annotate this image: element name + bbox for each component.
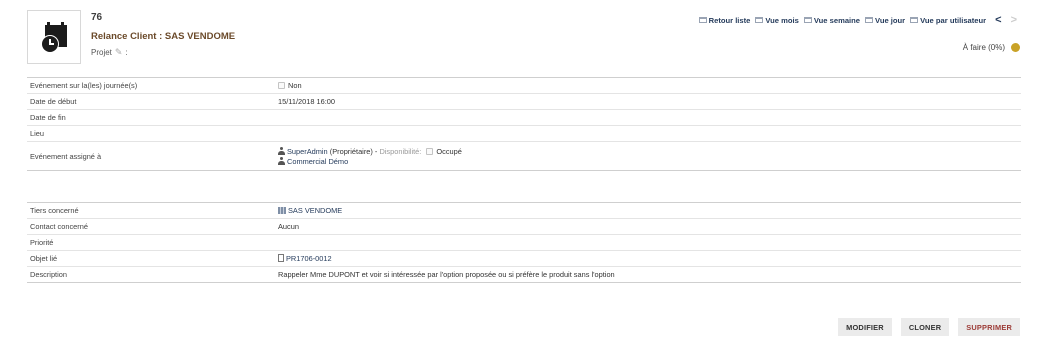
field-label: Date de fin — [27, 109, 275, 126]
previous-arrow-icon[interactable]: < — [995, 14, 1001, 26]
user-icon — [278, 146, 285, 155]
user-icon — [278, 156, 285, 165]
table-row: Objet lié PR1706-0012 — [27, 250, 1021, 267]
status-dot-icon — [1011, 43, 1020, 52]
field-label: Evénement sur la(les) journée(s) — [27, 77, 275, 94]
month-view-link[interactable]: Vue mois — [755, 16, 799, 25]
user-view-link[interactable]: Vue par utilisateur — [910, 16, 986, 25]
projet-label: Projet — [91, 48, 112, 57]
field-value: SuperAdmin (Propriétaire) - Disponibilit… — [275, 141, 1021, 171]
delete-button[interactable]: SUPPRIMER — [958, 318, 1020, 336]
field-label: Contact concerné — [27, 218, 275, 235]
field-label: Tiers concerné — [27, 202, 275, 219]
table-row: Contact concerné Aucun — [27, 218, 1021, 235]
field-label: Lieu — [27, 125, 275, 142]
field-value — [275, 109, 1021, 126]
modify-button[interactable]: MODIFIER — [838, 318, 892, 336]
event-logo — [27, 10, 81, 64]
status-label: À faire (0%) — [962, 43, 1005, 52]
table-row: Date de fin — [27, 109, 1021, 126]
field-label: Evénement assigné à — [27, 141, 275, 171]
status-row: À faire (0%) — [963, 43, 1020, 52]
clone-button[interactable]: CLONER — [900, 318, 950, 336]
calendar-month-icon — [755, 17, 764, 23]
document-icon — [278, 254, 284, 262]
assigned-user-row: Commercial Démo — [278, 156, 1018, 166]
field-label: Objet lié — [27, 250, 275, 267]
field-value — [275, 125, 1021, 142]
company-icon — [278, 207, 286, 214]
availability-label: Disponibilité: — [379, 146, 422, 156]
calendar-week-icon — [803, 17, 812, 23]
availability-checkbox[interactable] — [426, 147, 434, 155]
availability-value: Occupé — [436, 146, 462, 156]
back-to-list-link[interactable]: Retour liste — [698, 16, 750, 25]
edit-pencil-icon[interactable]: ✎ — [115, 47, 123, 58]
commercial-link[interactable]: Commercial Démo — [287, 157, 348, 166]
field-value: 15/11/2018 16:00 — [275, 93, 1021, 110]
event-details-table: Evénement sur la(les) journée(s) Non Dat… — [27, 77, 1021, 171]
projet-separator: : — [125, 48, 128, 57]
next-arrow-icon[interactable]: > — [1011, 14, 1017, 26]
table-row: Evénement assigné à SuperAdmin (Propriét… — [27, 141, 1021, 171]
field-value: Rappeler Mme DUPONT et voir si intéressé… — [275, 266, 1021, 283]
linked-object-link[interactable]: PR1706-0012 — [286, 254, 332, 263]
table-row: Priorité — [27, 234, 1021, 251]
day-view-link[interactable]: Vue jour — [865, 16, 905, 25]
projet-row: Projet ✎ : — [91, 47, 128, 58]
list-icon — [698, 17, 707, 23]
table-row: Tiers concerné SAS VENDOME — [27, 202, 1021, 219]
calendar-clock-icon — [41, 22, 67, 53]
thirdparty-link[interactable]: SAS VENDOME — [288, 206, 342, 215]
calendar-user-icon — [910, 17, 919, 23]
allday-checkbox[interactable] — [278, 82, 285, 89]
action-buttons: MODIFIER CLONER SUPPRIMER — [838, 318, 1020, 336]
view-navigation: Retour liste Vue mois Vue semaine Vue jo… — [698, 14, 1017, 26]
owner-link[interactable]: SuperAdmin — [287, 147, 328, 156]
assigned-user-row: SuperAdmin (Propriétaire) - Disponibilit… — [278, 146, 1018, 156]
table-row: Description Rappeler Mme DUPONT et voir … — [27, 266, 1021, 283]
event-relations-table: Tiers concerné SAS VENDOME Contact conce… — [27, 202, 1021, 283]
event-title: Relance Client : SAS VENDOME — [91, 31, 236, 42]
table-row: Date de début 15/11/2018 16:00 — [27, 93, 1021, 110]
field-value: Non — [275, 77, 1021, 94]
table-row: Evénement sur la(les) journée(s) Non — [27, 77, 1021, 94]
event-ref: 76 — [91, 12, 103, 23]
field-label: Date de début — [27, 93, 275, 110]
field-value: PR1706-0012 — [275, 250, 1021, 267]
calendar-day-icon — [865, 17, 874, 23]
field-label: Priorité — [27, 234, 275, 251]
owner-role: (Propriétaire) - — [329, 146, 378, 156]
field-value — [275, 234, 1021, 251]
field-label: Description — [27, 266, 275, 283]
table-row: Lieu — [27, 125, 1021, 142]
field-value: Aucun — [275, 218, 1021, 235]
field-value: SAS VENDOME — [275, 202, 1021, 219]
week-view-link[interactable]: Vue semaine — [803, 16, 860, 25]
